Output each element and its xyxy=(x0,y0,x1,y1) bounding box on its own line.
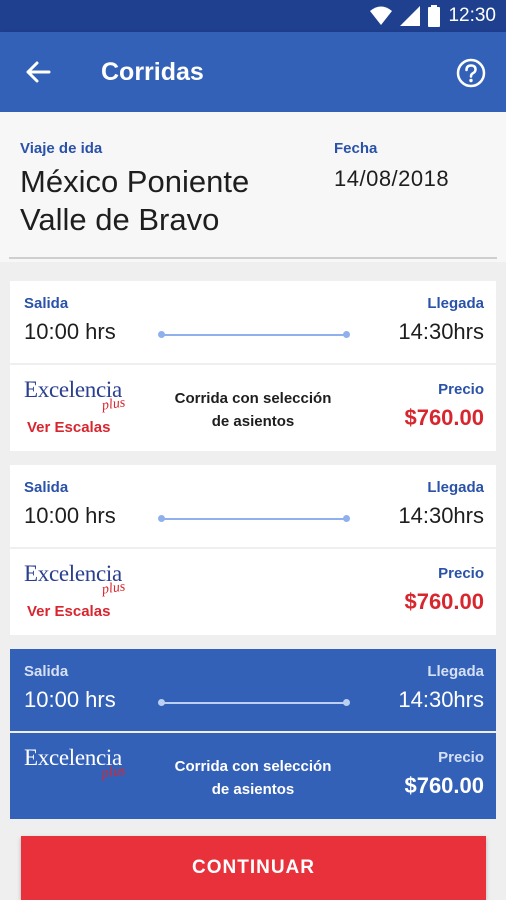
departure-time: 10:00 hrs xyxy=(24,687,116,712)
route-details: Excelencia plus Ver Escalas Precio $760.… xyxy=(10,549,496,635)
price-label: Precio xyxy=(438,565,484,582)
price: $760.00 xyxy=(404,589,484,614)
battery-icon xyxy=(428,5,441,27)
seat-note-line1: Corrida con selección xyxy=(174,390,332,407)
departure-time: 10:00 hrs xyxy=(24,319,116,344)
help-button[interactable] xyxy=(454,56,488,90)
seat-selection-note: Corrida con selección de asientos xyxy=(168,387,338,433)
route-details: Excelencia plus Corrida con selección de… xyxy=(10,733,496,819)
route-card[interactable]: Salida Llegada 10:00 hrs 14:30hrs Excele… xyxy=(10,281,496,451)
arrival-time: 14:30hrs xyxy=(398,687,484,712)
departure-time: 10:00 hrs xyxy=(24,503,116,528)
excelencia-plus-logo: Excelencia plus xyxy=(24,745,144,789)
seat-note-line2: de asientos xyxy=(211,781,295,798)
signal-icon xyxy=(400,6,421,26)
trip-destination: Valle de Bravo xyxy=(20,202,220,237)
departure-label: Salida xyxy=(24,295,69,312)
logo-subtext: plus xyxy=(101,395,127,414)
trip-label: Viaje de ida xyxy=(20,140,103,157)
route-times: Salida Llegada 10:00 hrs 14:30hrs xyxy=(10,281,496,363)
route-times: Salida Llegada 10:00 hrs 14:30hrs xyxy=(10,649,496,731)
excelencia-plus-logo: Excelencia plus xyxy=(24,561,144,605)
status-bar: 12:30 xyxy=(0,0,506,32)
view-stops-link[interactable]: Ver Escalas xyxy=(27,603,110,620)
route-details: Excelencia plus Ver Escalas Corrida con … xyxy=(10,365,496,451)
logo-subtext: plus xyxy=(101,763,127,782)
arrival-label: Llegada xyxy=(427,295,484,312)
seat-note-line2: de asientos xyxy=(211,413,295,430)
view-stops-link[interactable]: Ver Escalas xyxy=(27,419,110,436)
route-timeline xyxy=(158,699,350,707)
price: $760.00 xyxy=(404,405,484,430)
back-button[interactable] xyxy=(20,56,56,88)
status-time: 12:30 xyxy=(448,5,496,26)
wifi-icon xyxy=(370,6,393,25)
arrival-time: 14:30hrs xyxy=(398,503,484,528)
arrival-time: 14:30hrs xyxy=(398,319,484,344)
continue-button[interactable]: CONTINUAR xyxy=(21,836,486,900)
arrival-label: Llegada xyxy=(427,479,484,496)
seat-selection-note: Corrida con selección de asientos xyxy=(168,755,338,801)
price-label: Precio xyxy=(438,381,484,398)
excelencia-plus-logo: Excelencia plus xyxy=(24,377,144,421)
departure-label: Salida xyxy=(24,663,69,680)
route-times: Salida Llegada 10:00 hrs 14:30hrs xyxy=(10,465,496,547)
route-timeline xyxy=(158,515,350,523)
seat-note-line1: Corrida con selección xyxy=(174,758,332,775)
date-label: Fecha xyxy=(334,140,378,157)
price-label: Precio xyxy=(438,749,484,766)
page-title: Corridas xyxy=(101,58,204,86)
status-icons: 12:30 xyxy=(370,5,496,27)
route-card[interactable]: Salida Llegada 10:00 hrs 14:30hrs Excele… xyxy=(10,465,496,635)
route-card-selected[interactable]: Salida Llegada 10:00 hrs 14:30hrs Excele… xyxy=(10,649,496,819)
arrow-left-icon xyxy=(26,61,51,83)
logo-subtext: plus xyxy=(101,579,127,598)
trip-summary: Viaje de ida México Poniente Valle de Br… xyxy=(0,112,506,262)
divider xyxy=(9,257,497,259)
arrival-label: Llegada xyxy=(427,663,484,680)
trip-origin: México Poniente xyxy=(20,164,250,199)
route-timeline xyxy=(158,331,350,339)
app-bar: Corridas xyxy=(0,32,506,112)
trip-date: 14/08/2018 xyxy=(334,166,450,191)
price: $760.00 xyxy=(404,773,484,798)
departure-label: Salida xyxy=(24,479,69,496)
help-circle-icon xyxy=(456,58,486,88)
